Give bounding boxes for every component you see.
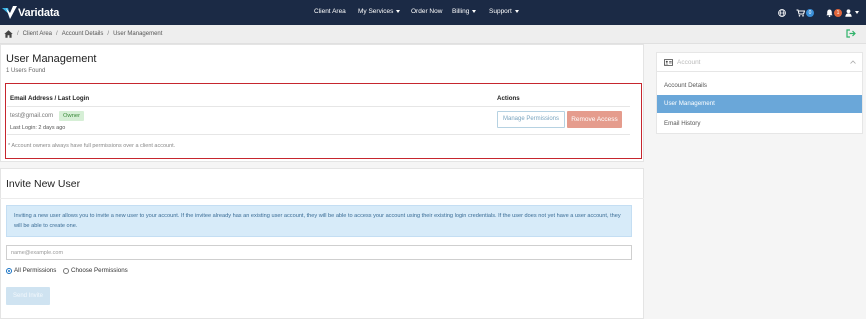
- breadcrumb-client-area[interactable]: Client Area: [23, 31, 52, 37]
- all-permissions-label: All Permissions: [14, 267, 57, 274]
- column-header-actions: Actions: [497, 95, 520, 102]
- chevron-down-icon: [396, 9, 401, 13]
- breadcrumb-account-details[interactable]: Account Details: [62, 31, 104, 37]
- notifications-count-badge: 1: [834, 8, 842, 17]
- cart-count-badge: 0: [806, 8, 814, 17]
- radio-unselected[interactable]: [63, 267, 69, 274]
- top-navbar: Varidata Client Area My Services Order N…: [0, 0, 866, 25]
- manage-permissions-button[interactable]: Manage Permissions: [497, 111, 565, 128]
- last-login: Last Login: 2 days ago: [10, 125, 66, 131]
- user-menu[interactable]: [845, 7, 859, 18]
- brand-logo[interactable]: Varidata: [2, 3, 59, 23]
- page-title: User Management: [6, 53, 97, 65]
- nav-client-area[interactable]: Client Area: [314, 8, 346, 15]
- globe-icon[interactable]: [778, 7, 786, 18]
- invite-email-input[interactable]: [6, 245, 632, 260]
- chevron-down-icon: [514, 9, 519, 13]
- choose-permissions-label: Choose Permissions: [71, 267, 128, 274]
- nav-my-services[interactable]: My Services: [358, 8, 401, 15]
- radio-selected[interactable]: [6, 267, 12, 274]
- users-count: 1 Users Found: [6, 68, 46, 74]
- invite-divider: [0, 198, 644, 199]
- all-permissions-option[interactable]: All Permissions: [6, 267, 56, 274]
- invite-title: Invite New User: [6, 178, 81, 190]
- user-icon: [845, 8, 852, 17]
- remove-access-button[interactable]: Remove Access: [567, 111, 622, 128]
- sidebar-item-user-management[interactable]: User Management: [657, 95, 862, 113]
- breadcrumb-separator: /: [17, 31, 19, 37]
- invite-info-alert: Inviting a new user allows you to invite…: [6, 205, 632, 237]
- brand-name: Varidata: [18, 7, 60, 19]
- chevron-down-icon: [472, 9, 477, 13]
- logout-icon[interactable]: [846, 29, 856, 38]
- breadcrumb-bar: / Client Area / Account Details / User M…: [0, 25, 866, 44]
- sidebar-item-account-details[interactable]: Account Details: [657, 77, 862, 95]
- nav-billing[interactable]: Billing: [452, 8, 477, 15]
- nav-support-label: Support: [489, 8, 512, 15]
- home-icon[interactable]: [4, 30, 13, 38]
- sidebar-header[interactable]: Account: [657, 53, 862, 72]
- logo-mark-icon: [2, 5, 17, 19]
- id-card-icon: [664, 58, 673, 66]
- sidebar-item-email-history[interactable]: Email History: [657, 115, 862, 133]
- user-email: test@gmail.com: [10, 113, 54, 119]
- nav-billing-label: Billing: [452, 8, 470, 15]
- chevron-up-icon[interactable]: [850, 60, 856, 64]
- chevron-down-icon: [855, 11, 859, 14]
- breadcrumb-separator: /: [56, 31, 58, 37]
- column-header-email: Email Address / Last Login: [10, 95, 90, 102]
- owner-badge: Owner: [59, 111, 85, 121]
- cart-button[interactable]: 0: [796, 7, 814, 18]
- owner-note: * Account owners always have full permis…: [8, 143, 176, 149]
- breadcrumb-separator: /: [107, 31, 110, 37]
- breadcrumb: / Client Area / Account Details / User M…: [4, 30, 162, 38]
- notifications-button[interactable]: 1: [826, 7, 842, 18]
- sidebar-heading: Account: [677, 58, 701, 66]
- bell-icon: [826, 9, 833, 17]
- nav-support[interactable]: Support: [489, 8, 519, 15]
- choose-permissions-option[interactable]: Choose Permissions: [63, 267, 128, 274]
- send-invite-button[interactable]: Send Invite: [6, 287, 50, 305]
- account-sidebar: Account Account Details User Management …: [656, 52, 863, 134]
- nav-my-services-label: My Services: [358, 8, 394, 15]
- invite-panel: [0, 168, 644, 319]
- breadcrumb-user-management: User Management: [113, 31, 163, 37]
- table-row-divider: [7, 134, 630, 135]
- table-header-divider: [7, 106, 630, 107]
- nav-order-now[interactable]: Order Now: [411, 8, 442, 15]
- cart-icon: [796, 9, 805, 17]
